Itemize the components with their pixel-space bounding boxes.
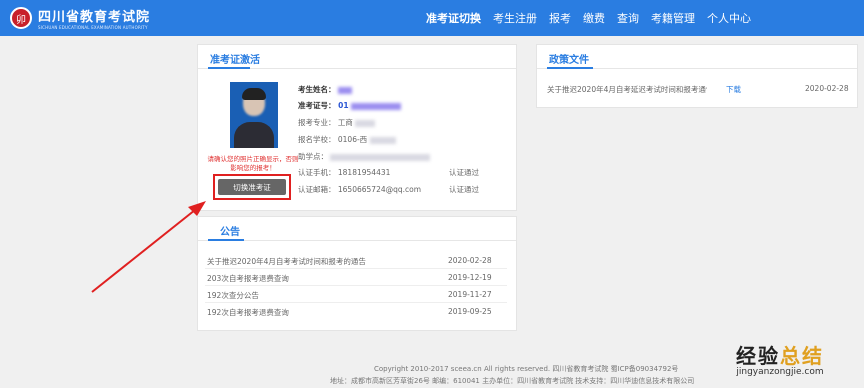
annotation-arrow-icon [91, 201, 206, 293]
watermark-url: jingyanzongjie.com [736, 367, 824, 377]
watermark-logo: 经验总结 jingyanzongjie.com [736, 344, 824, 377]
footer-address: 地址：成都市高新区芳草街26号 邮编：610041 主办单位：四川省教育考试院 … [330, 377, 695, 385]
footer-copyright: Copyright 2010-2017 sceea.cn All rights … [374, 365, 679, 373]
